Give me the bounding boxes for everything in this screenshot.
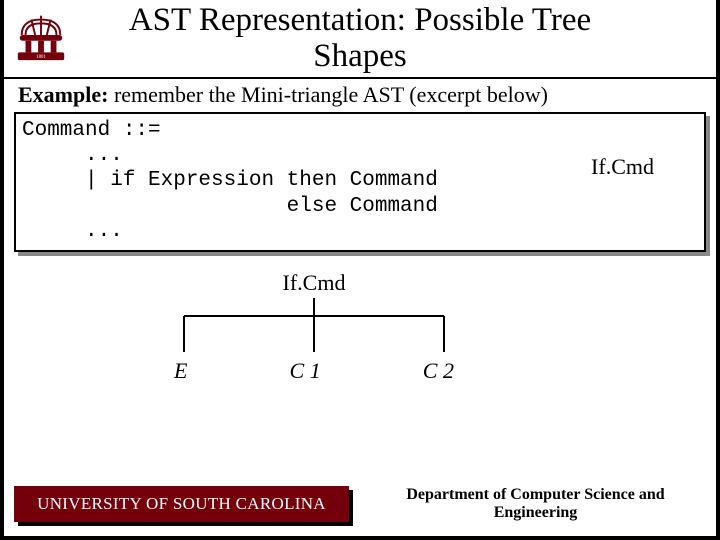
tree-leaf-c1: C 1: [290, 358, 321, 384]
code-line-5: ...: [22, 220, 123, 243]
title-line-2: Shapes: [313, 38, 407, 74]
footer-department: Department of Computer Science and Engin…: [363, 486, 708, 522]
slide: 1801 AST Representation: Possible Tree S…: [0, 0, 720, 540]
subtitle-bold: Example:: [18, 82, 108, 107]
code-line-3: | if Expression then Command: [22, 169, 438, 192]
grammar-code-box: Command ::= ... | if Expression then Com…: [14, 112, 706, 252]
tree-branches: [154, 298, 474, 358]
example-subtitle: Example: remember the Mini-triangle AST …: [18, 82, 548, 108]
ast-tree-diagram: If.Cmd E C 1 C 2: [154, 270, 474, 410]
tree-leaves: E C 1 C 2: [154, 358, 474, 384]
tree-leaf-e: E: [174, 358, 187, 384]
code-line-2: ...: [22, 144, 123, 167]
title-line-1: AST Representation: Possible Tree: [129, 2, 591, 38]
ifcmd-annotation: If.Cmd: [591, 154, 654, 180]
code-line-4: else Command: [22, 195, 438, 218]
footer-university: UNIVERSITY OF SOUTH CAROLINA: [14, 486, 349, 522]
slide-title: AST Representation: Possible Tree Shapes: [4, 0, 716, 79]
tree-root-label: If.Cmd: [154, 270, 474, 296]
tree-leaf-c2: C 2: [423, 358, 454, 384]
subtitle-rest: remember the Mini-triangle AST (excerpt …: [108, 82, 547, 107]
code-line-1: Command ::=: [22, 119, 161, 142]
